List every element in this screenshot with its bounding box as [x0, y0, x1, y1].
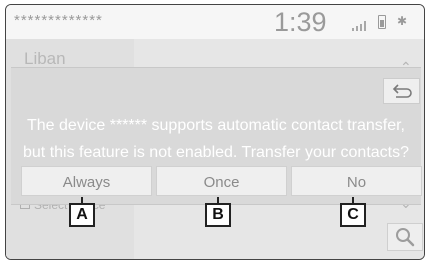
bluetooth-icon: ✱ — [397, 14, 408, 28]
device-name: ************* — [14, 12, 103, 29]
dialog-message-line-2: but this feature is not enabled. Transfe… — [23, 144, 409, 161]
once-button[interactable]: Once — [156, 166, 287, 196]
callout-b: B — [205, 197, 231, 227]
back-button[interactable] — [383, 78, 420, 104]
battery-icon — [378, 15, 386, 29]
dialog-message: The device ****** supports automatic con… — [11, 112, 421, 166]
search-button — [387, 223, 423, 251]
clock: 1:39 — [274, 7, 327, 37]
background-title: Liban — [24, 49, 66, 68]
dialog-message-line-1: The device ****** supports automatic con… — [27, 117, 405, 134]
return-arrow-icon — [392, 84, 412, 98]
transfer-contacts-dialog: The device ****** supports automatic con… — [11, 67, 422, 205]
status-bar: ************* 1:39 ✱ — [6, 5, 424, 39]
callout-a: A — [69, 197, 95, 227]
signal-bars-icon — [352, 21, 366, 31]
no-button[interactable]: No — [291, 166, 422, 196]
search-icon — [396, 228, 415, 247]
callout-c: C — [340, 197, 366, 227]
always-button[interactable]: Always — [21, 166, 152, 196]
